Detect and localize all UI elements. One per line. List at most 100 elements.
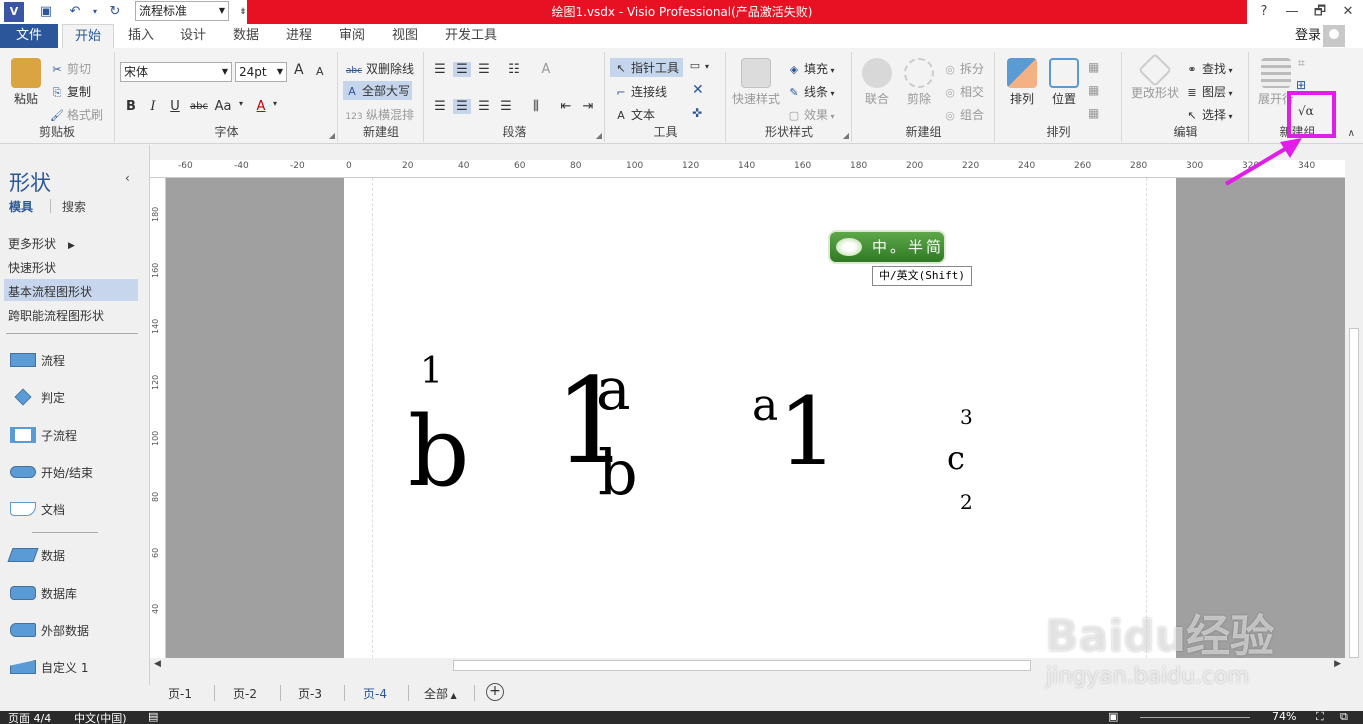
page-tab-2[interactable]: 页-2 — [233, 685, 257, 702]
grow-font-button[interactable]: A — [294, 62, 304, 78]
add-page-button[interactable]: + — [486, 683, 504, 701]
align-right-icon[interactable]: ☰ — [475, 99, 493, 114]
change-case-button[interactable]: Aa — [212, 99, 234, 114]
minimize-button[interactable]: — — [1278, 0, 1306, 24]
eq3-base[interactable]: 1 — [778, 386, 838, 480]
align-objects-icon[interactable]: ▦ — [1088, 83, 1099, 97]
cross-functional-item[interactable]: 跨职能流程图形状 — [8, 307, 104, 324]
tab-insert[interactable]: 插入 — [120, 24, 162, 48]
font-family-select[interactable]: 宋体 ▼ — [120, 62, 232, 82]
page-tab-3[interactable]: 页-3 — [298, 685, 322, 702]
format-painter-button[interactable]: 🖌 格式刷 — [50, 106, 103, 123]
select-button[interactable]: ↖ 选择 ▾ — [1185, 106, 1232, 123]
vertical-mix-button[interactable]: 123 纵横混排 — [345, 106, 414, 123]
underline-button[interactable]: U — [166, 99, 184, 114]
login-link[interactable]: 登录 — [1295, 24, 1321, 48]
shape-styles-dialog-launcher-icon[interactable]: ◢ — [843, 131, 849, 140]
union-button[interactable]: 联合 — [855, 58, 899, 107]
zoom-slider[interactable] — [1140, 717, 1250, 718]
page-indicator[interactable]: 页面 4/4 — [8, 711, 51, 724]
chevron-down-icon[interactable]: ▾ — [270, 99, 280, 108]
save-icon[interactable]: ▣ — [37, 3, 55, 21]
scroll-left-icon[interactable]: ◀ — [154, 659, 161, 669]
eq2-superscript[interactable]: a — [596, 360, 631, 418]
layers-button[interactable]: ≣ 图层 ▾ — [1185, 83, 1232, 100]
tab-file[interactable]: 文件 — [0, 24, 58, 48]
style-select[interactable]: 流程标准 ▼ — [135, 1, 229, 21]
connection-point-icon[interactable]: ✜ — [692, 106, 702, 120]
group-objects-icon[interactable]: ▦ — [1088, 60, 1099, 74]
distribute-objects-icon[interactable]: ▦ — [1088, 106, 1099, 120]
eq1-superscript[interactable]: 1 — [420, 354, 443, 390]
line-button[interactable]: ✎ 线条 ▾ — [787, 83, 834, 100]
align-center-icon[interactable]: ☰ — [453, 99, 471, 114]
redo-icon[interactable]: ↻ — [106, 3, 124, 21]
eq2-subscript[interactable]: b — [598, 442, 638, 504]
drawing-canvas[interactable]: 1 b 1 a b a 1 3 c 2 — [166, 178, 1345, 658]
zoom-level[interactable]: 74% — [1272, 711, 1296, 723]
macro-icon[interactable]: ▤ — [148, 711, 158, 723]
font-size-select[interactable]: 24pt ▼ — [235, 62, 287, 82]
eq4-over[interactable]: 3 — [960, 407, 973, 427]
vertical-scroll-thumb[interactable] — [1349, 328, 1359, 658]
tab-process[interactable]: 进程 — [278, 24, 320, 48]
horizontal-scroll-thumb[interactable] — [453, 660, 1031, 671]
copy-button[interactable]: ⎘ 复制 — [50, 83, 91, 100]
align-bottom-icon[interactable]: ☰ — [475, 62, 493, 77]
more-shapes-menu[interactable]: 更多形状 ▶ — [8, 235, 75, 252]
snap-icon[interactable]: ⌗ — [1298, 56, 1305, 71]
connector-tool-button[interactable]: ⌐ 连接线 — [614, 83, 667, 100]
font-dialog-launcher-icon[interactable]: ◢ — [329, 131, 335, 140]
page-tab-4[interactable]: 页-4 — [363, 685, 387, 702]
bold-button[interactable]: B — [122, 99, 140, 114]
rectangle-tool-button[interactable]: ▭ ▾ — [688, 58, 709, 72]
text-direction-icon[interactable]: A — [537, 62, 555, 77]
page-tab-1[interactable]: 页-1 — [168, 685, 192, 702]
arrange-button[interactable]: 排列 — [1000, 58, 1044, 107]
help-button[interactable]: ? — [1250, 0, 1278, 24]
ime-toolbar[interactable]: 中。半简 — [828, 230, 946, 264]
increase-indent-icon[interactable]: ⇥ — [579, 99, 597, 114]
undo-icon[interactable]: ↶ — [66, 3, 84, 21]
quick-styles-button[interactable]: 快速样式 — [731, 58, 781, 107]
tab-search[interactable]: 搜索 — [62, 198, 86, 215]
eq4-under[interactable]: 2 — [960, 492, 973, 512]
intersect-button[interactable]: ◎ 相交 — [943, 83, 984, 100]
tab-stencils[interactable]: 模具 — [9, 198, 33, 215]
fit-window-icon[interactable]: ⛶ — [1316, 711, 1324, 724]
switch-window-icon[interactable]: ⧉ — [1340, 711, 1348, 724]
change-shape-button[interactable]: 更改形状 — [1127, 53, 1183, 101]
paragraph-dialog-launcher-icon[interactable]: ◢ — [596, 131, 602, 140]
basic-flowchart-item[interactable]: 基本流程图形状 — [8, 283, 92, 300]
align-middle-icon[interactable]: ☰ — [453, 62, 471, 77]
cut-button[interactable]: ✂ 剪切 — [50, 60, 91, 77]
position-button[interactable]: 位置 — [1042, 58, 1086, 107]
chevron-down-icon[interactable]: ▾ — [236, 99, 246, 108]
vertical-scrollbar[interactable] — [1345, 160, 1363, 660]
paste-button[interactable]: 粘贴 — [4, 58, 48, 107]
grid-icon[interactable]: ⊞ — [1296, 78, 1306, 92]
tab-design[interactable]: 设计 — [172, 24, 214, 48]
distribute-icon[interactable]: ⫼ — [527, 99, 545, 114]
delete-connector-icon[interactable]: ✕ — [692, 82, 704, 98]
eq1-base[interactable]: b — [408, 404, 469, 500]
eq4-base[interactable]: c — [947, 442, 965, 474]
restore-button[interactable]: 🗗 — [1306, 0, 1334, 24]
double-strike-button[interactable]: abc 双删除线 — [345, 60, 414, 77]
fill-button[interactable]: ◈ 填充 ▾ — [787, 60, 835, 77]
tab-developer[interactable]: 开发工具 — [440, 24, 502, 48]
fit-page-icon[interactable]: ▣ — [1108, 711, 1118, 723]
avatar[interactable] — [1323, 25, 1345, 47]
pointer-tool-button[interactable]: ↖ 指针工具 — [610, 58, 684, 77]
all-caps-button[interactable]: A 全部大写 — [343, 81, 413, 100]
strikethrough-button[interactable]: abc — [188, 101, 210, 112]
combine-button[interactable]: ◎ 组合 — [943, 106, 984, 123]
tab-view[interactable]: 视图 — [384, 24, 426, 48]
fragment-button[interactable]: 剪除 — [897, 58, 941, 107]
language-indicator[interactable]: 中文(中国) — [74, 711, 127, 724]
decrease-indent-icon[interactable]: ⇤ — [557, 99, 575, 114]
tab-review[interactable]: 审阅 — [331, 24, 373, 48]
all-pages-menu[interactable]: 全部 ▲ — [424, 685, 457, 702]
effects-button[interactable]: ▢ 效果 ▾ — [787, 106, 835, 123]
split-button[interactable]: ◎ 拆分 — [943, 60, 984, 77]
